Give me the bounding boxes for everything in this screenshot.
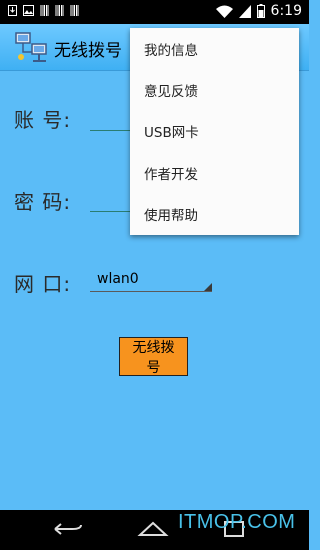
home-icon[interactable] — [137, 521, 169, 537]
password-input[interactable] — [90, 211, 130, 212]
download-icon — [8, 5, 17, 16]
interface-label: 网 口: — [14, 272, 72, 296]
overflow-menu: 我的信息 意见反馈 USB网卡 作者开发 使用帮助 — [130, 28, 299, 235]
network-computer-icon — [15, 32, 47, 62]
menu-item-help[interactable]: 使用帮助 — [130, 194, 299, 235]
clock: 6:19 — [270, 3, 302, 19]
interface-select[interactable]: wlan0 — [90, 268, 212, 292]
watermark: ITMOP.COM — [178, 511, 296, 533]
menu-item-author[interactable]: 作者开发 — [130, 152, 299, 193]
account-input[interactable] — [90, 130, 130, 131]
wifi-icon — [215, 5, 233, 18]
notification-icons — [8, 5, 79, 16]
password-label: 密 码: — [14, 190, 72, 214]
status-bar: 6:19 — [0, 0, 309, 24]
interface-value: wlan0 — [97, 271, 139, 287]
menu-item-feedback[interactable]: 意见反馈 — [130, 69, 299, 110]
barcode-icon — [70, 5, 79, 16]
barcode-icon — [55, 5, 64, 16]
barcode-icon — [40, 5, 49, 16]
app-title: 无线拨号 — [54, 41, 122, 61]
image-icon — [23, 5, 34, 16]
select-underline — [90, 291, 212, 292]
back-icon[interactable] — [52, 522, 84, 536]
dial-button[interactable]: 无线拨号 — [119, 337, 188, 376]
menu-item-usb-adapter[interactable]: USB网卡 — [130, 111, 299, 152]
menu-item-my-info[interactable]: 我的信息 — [130, 28, 299, 69]
battery-icon — [256, 4, 265, 18]
account-label: 账 号: — [14, 108, 72, 132]
system-status: 6:19 — [215, 3, 302, 19]
dropdown-arrow-icon — [204, 283, 212, 291]
signal-icon — [238, 4, 251, 18]
